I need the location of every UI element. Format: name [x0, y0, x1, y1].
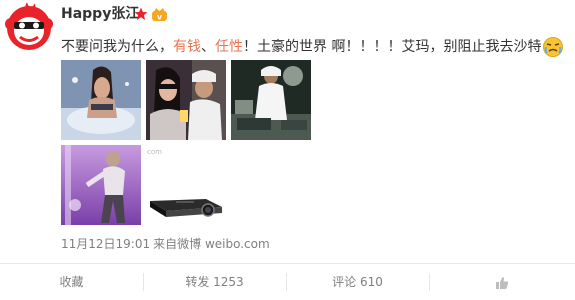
red-star-icon[interactable] [134, 6, 148, 22]
favorite-label: 收藏 [59, 275, 84, 289]
vip-crown-icon[interactable]: v [151, 6, 168, 22]
favorite-button[interactable]: 收藏 [0, 264, 143, 300]
comment-button[interactable]: 评论 610 [286, 264, 429, 300]
repost-button[interactable]: 转发 1253 [143, 264, 286, 300]
highlight-word[interactable]: 有钱 [173, 39, 201, 55]
post-text-segment: ！土豪的世界 啊！！！！艾玛，别阻止我去沙特 [243, 39, 542, 55]
comment-label: 评论 610 [332, 275, 383, 289]
highlight-word[interactable]: 任性 [215, 39, 243, 55]
photo-men-in-white-robes[interactable] [231, 60, 311, 140]
post-meta: 11月12日19:01 来自微博 weibo.com [61, 236, 270, 252]
photo-dancer-purple[interactable] [61, 145, 141, 225]
post-text-separator: 、 [201, 39, 215, 55]
photo-party-selfie[interactable] [146, 60, 226, 140]
user-avatar[interactable] [4, 2, 54, 52]
post-source[interactable]: 来自微博 weibo.com [153, 237, 270, 251]
post-text: 不要问我为什么，有钱、任性！土豪的世界 啊！！！！艾玛，别阻止我去沙特 [61, 36, 566, 58]
like-button[interactable] [429, 264, 575, 300]
username[interactable]: Happy张江 [61, 5, 139, 23]
photo-woman-in-pool[interactable] [61, 60, 141, 140]
user-badges: v [134, 6, 168, 22]
post-text-segment: 不要问我为什么， [61, 39, 173, 55]
image-watermark: com [147, 148, 162, 156]
weibo-post: Happy张江 v 不要问我为什么，有钱、任性！土豪的世界 啊！！！！艾玛，别阻… [0, 0, 575, 262]
red-monkey-face-avatar [5, 2, 53, 50]
photo-projector-device[interactable]: com [146, 145, 226, 225]
svg-text:v: v [157, 13, 163, 22]
crying-face-emoji [542, 36, 564, 58]
repost-label: 转发 1253 [185, 275, 244, 289]
post-time[interactable]: 11月12日19:01 [61, 237, 150, 251]
thumbs-up-icon [495, 275, 509, 289]
action-bar: 收藏 转发 1253 评论 610 [0, 263, 575, 300]
